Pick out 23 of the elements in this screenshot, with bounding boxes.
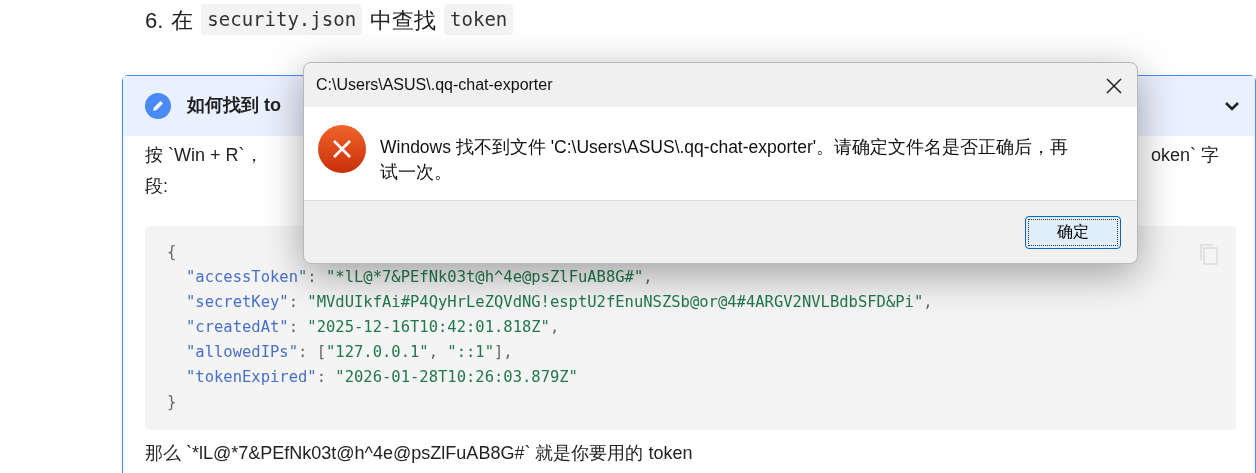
heading-text: 中查找 [370, 7, 437, 35]
paragraph-text: 按 `Win + R`， [145, 143, 263, 167]
code-line: } [167, 391, 177, 413]
ok-button[interactable]: 确定 [1025, 215, 1121, 249]
pencil-icon [145, 92, 171, 119]
code-line: "allowedIPs": ["127.0.0.1", "::1"], [185, 341, 513, 363]
code-line: "tokenExpired": "2026-01-28T10:26:03.879Z" [185, 366, 578, 388]
window-title: C:\Users\ASUS\.qq-chat-exporter [316, 75, 553, 95]
chevron-down-icon[interactable] [1223, 99, 1241, 112]
inline-code: token [444, 4, 514, 35]
error-icon [318, 125, 366, 173]
paragraph-text: 那么 `*lL@*7&PEfNk03t@h^4e@psZlFuAB8G#` 就是你要用的 token [145, 441, 693, 464]
inline-code: security.json [201, 4, 363, 35]
error-message: Windows 找不到文件 'C:\Users\ASUS\.qq-chat-exporter'。请确定文件名是否正确后，再试一次。 [380, 136, 1070, 184]
code-line: "secretKey": "MVdUIkfAi#P4QyHrLeZQVdNG!esptU2fEnuNSZSb@or@4#4ARGV2NVLBdbSFD&Pi", [185, 291, 933, 313]
code-line: { [167, 241, 177, 263]
paragraph-text: oken` 字 [1150, 143, 1219, 167]
code-line: "accessToken": "*lL@*7&PEfNk03t@h^4e@psZlFuAB8G#", [185, 266, 653, 288]
list-number: 6. [145, 7, 164, 35]
heading-text: 在 [171, 7, 194, 35]
code-line: "createdAt": "2025-12-16T10:42:01.818Z", [185, 316, 560, 338]
paragraph-text: 段: [145, 174, 168, 198]
callout-title: 如何找到 to [187, 94, 281, 118]
